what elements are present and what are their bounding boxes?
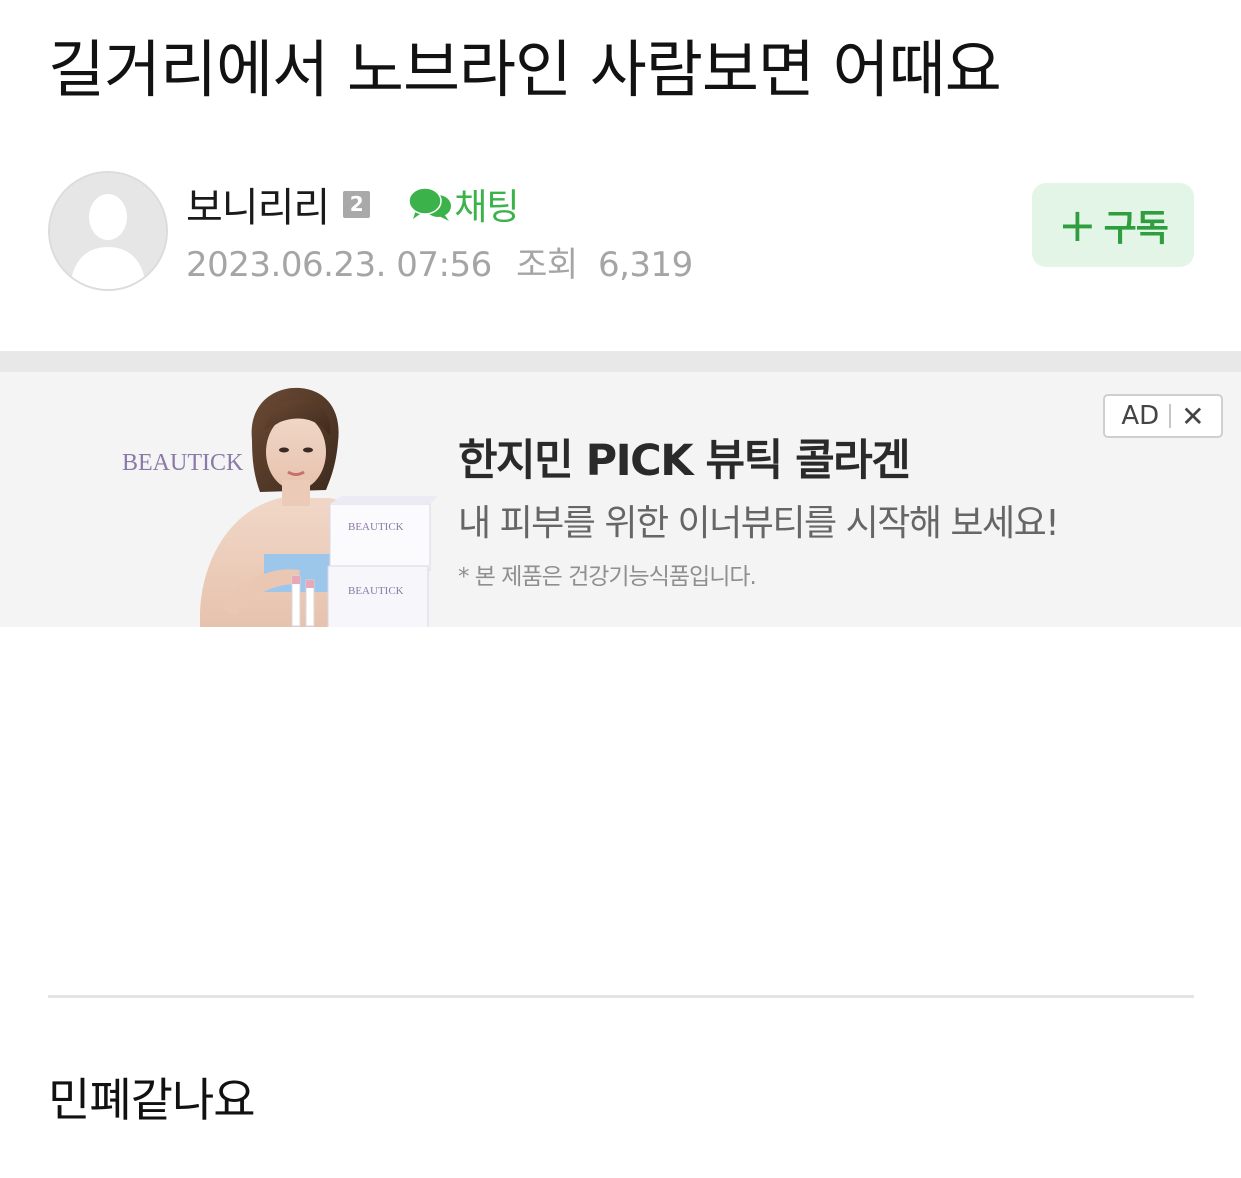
section-separator xyxy=(0,351,1241,372)
content-divider xyxy=(48,995,1194,998)
box-brand-1: BEAUTICK xyxy=(348,521,404,533)
ad-note: * 본 제품은 건강기능식품입니다. xyxy=(458,564,757,590)
subscribe-label: 구독 xyxy=(1103,208,1169,249)
post-meta: 2023.06.23. 07:56 조회 6,319 xyxy=(186,237,693,286)
ad-badge: AD ✕ xyxy=(1103,394,1223,438)
post-title: 길거리에서 노브라인 사람보면 어때요 xyxy=(48,33,1002,106)
author-name-line: 보니리리 2 채팅 xyxy=(186,178,693,231)
ad-banner[interactable]: BEAUTICK BEAUTICK BEAUTICK 한지민 PICK 뷰틱 콜… xyxy=(0,372,1241,627)
subscribe-button[interactable]: + 구독 xyxy=(1032,183,1194,267)
plus-icon: + xyxy=(1058,198,1097,252)
ad-label: AD xyxy=(1121,401,1160,431)
box-brand-2: BEAUTICK xyxy=(348,585,404,597)
author-info: 보니리리 2 채팅 2023.06.23. 07:56 조회 6,319 xyxy=(186,179,693,286)
post-date: 2023.06.23. 07:56 xyxy=(186,245,492,285)
ad-subheadline: 내 피부를 위한 이너뷰티를 시작해 보세요! xyxy=(458,503,1060,544)
close-icon[interactable]: ✕ xyxy=(1181,400,1204,433)
author-row: 보니리리 2 채팅 2023.06.23. 07:56 조회 6,319 + 구… xyxy=(48,171,1194,291)
author-avatar[interactable] xyxy=(48,171,168,291)
views-count: 6,319 xyxy=(597,245,693,285)
author-name[interactable]: 보니리리 xyxy=(186,175,330,233)
ad-product-image: BEAUTICK BEAUTICK xyxy=(200,387,438,627)
user-icon xyxy=(50,173,166,289)
author-level-badge: 2 xyxy=(343,190,371,218)
chat-label: 채팅 xyxy=(454,187,519,228)
ad-headline: 한지민 PICK 뷰틱 콜라겐 xyxy=(458,436,911,486)
views-label: 조회 xyxy=(516,245,578,285)
post-body: 민폐같나요 xyxy=(48,1073,256,1127)
chat-bubbles-icon xyxy=(408,187,452,221)
chat-button[interactable]: 채팅 xyxy=(408,178,519,230)
ad-badge-divider xyxy=(1169,404,1172,428)
